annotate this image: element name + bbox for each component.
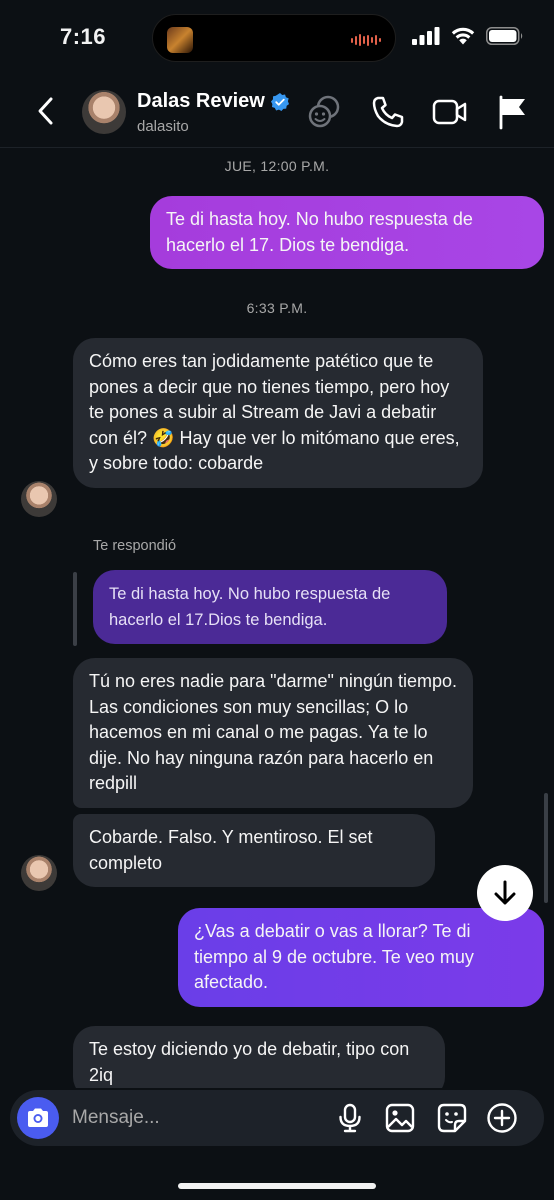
message-incoming[interactable]: Tú no eres nadie para "darme" ningún tie…	[73, 658, 473, 808]
message-input[interactable]	[72, 1098, 312, 1138]
message-thread[interactable]: JUE, 12:00 P.M. Te di hasta hoy. No hubo…	[0, 148, 554, 1088]
phone-icon	[372, 96, 404, 128]
voice-message-button[interactable]	[334, 1102, 366, 1134]
contact-name-row[interactable]: Dalas Review	[137, 90, 289, 113]
quoted-text: Te di hasta hoy. No hubo respuesta de ha…	[109, 585, 391, 629]
message-composer	[10, 1090, 544, 1146]
more-options-button[interactable]	[486, 1102, 518, 1134]
replied-message-quote[interactable]: Te di hasta hoy. No hubo respuesta de ha…	[93, 570, 447, 644]
message-text: Cómo eres tan jodidamente patético que t…	[89, 351, 460, 473]
contact-avatar[interactable]	[82, 90, 126, 134]
video-call-button[interactable]	[432, 94, 468, 130]
cellular-signal-icon	[412, 26, 440, 45]
gallery-icon	[385, 1103, 415, 1133]
scroll-to-bottom-button[interactable]	[477, 865, 533, 921]
audio-wave-icon	[351, 34, 381, 46]
message-text: Te di hasta hoy. No hubo respuesta de ha…	[166, 209, 473, 255]
contact-username: dalasito	[137, 118, 189, 135]
message-text: Tú no eres nadie para "darme" ningún tie…	[89, 671, 457, 793]
call-button[interactable]	[370, 94, 406, 130]
reply-quote-bar	[73, 572, 77, 646]
arrow-down-icon	[494, 880, 516, 905]
message-text: ¿Vas a debatir o vas a llorar? Te di tie…	[194, 921, 474, 992]
microphone-icon	[339, 1103, 361, 1133]
effects-icon	[308, 95, 340, 128]
home-indicator[interactable]	[178, 1183, 376, 1189]
message-outgoing[interactable]: Te di hasta hoy. No hubo respuesta de ha…	[150, 196, 544, 269]
back-button[interactable]	[30, 94, 64, 128]
sticker-icon	[437, 1103, 467, 1133]
timestamp: JUE, 12:00 P.M.	[224, 158, 330, 174]
verified-badge-icon	[270, 92, 289, 111]
now-playing-app-icon	[167, 27, 193, 53]
message-incoming[interactable]: Cómo eres tan jodidamente patético que t…	[73, 338, 483, 488]
message-outgoing[interactable]: ¿Vas a debatir o vas a llorar? Te di tie…	[178, 908, 544, 1007]
add-icon	[487, 1103, 517, 1133]
flag-icon	[499, 95, 525, 130]
timestamp: 6:33 P.M.	[246, 300, 308, 316]
scrollbar[interactable]	[544, 793, 548, 903]
sender-avatar[interactable]	[21, 855, 57, 891]
video-icon	[432, 99, 467, 125]
wifi-icon	[451, 27, 475, 45]
camera-button[interactable]	[17, 1097, 59, 1139]
sticker-button[interactable]	[436, 1102, 468, 1134]
message-text: Cobarde. Falso. Y mentiroso. El set comp…	[89, 827, 373, 873]
status-icons	[412, 26, 524, 45]
message-incoming[interactable]: Te estoy diciendo yo de debatir, tipo co…	[73, 1026, 445, 1088]
dynamic-island	[152, 14, 396, 62]
gallery-button[interactable]	[384, 1102, 416, 1134]
reply-label: Te respondió	[93, 538, 177, 554]
message-text: Te estoy diciendo yo de debatir, tipo co…	[89, 1039, 410, 1085]
status-time: 7:16	[60, 24, 107, 49]
back-chevron-icon	[38, 97, 53, 125]
effects-button[interactable]	[306, 94, 342, 130]
chat-header: Dalas Review dalasito	[0, 76, 554, 148]
sender-avatar[interactable]	[21, 481, 57, 517]
message-incoming[interactable]: Cobarde. Falso. Y mentiroso. El set comp…	[73, 814, 435, 887]
report-button[interactable]	[496, 94, 532, 130]
status-bar: 7:16	[0, 0, 554, 76]
camera-icon	[28, 1108, 48, 1127]
battery-icon	[486, 26, 523, 45]
contact-name: Dalas Review	[137, 90, 265, 112]
